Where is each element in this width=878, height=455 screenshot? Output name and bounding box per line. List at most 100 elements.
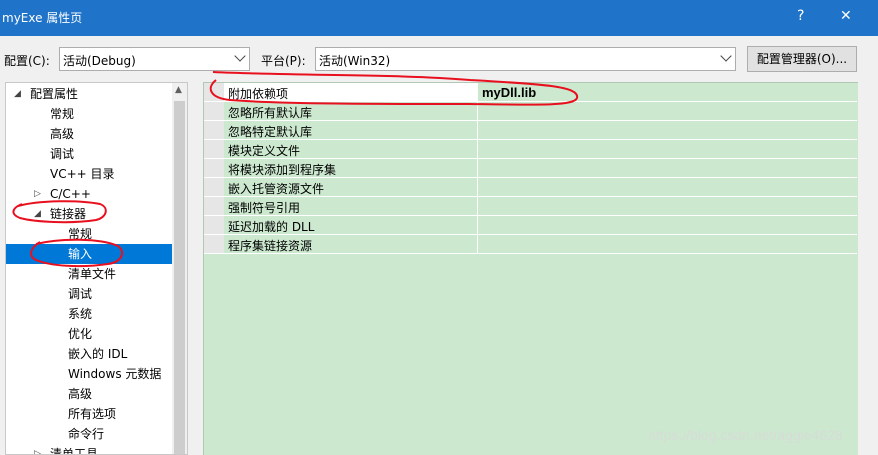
- property-row[interactable]: 程序集链接资源: [204, 235, 857, 254]
- chevron-down-icon: [234, 50, 246, 62]
- column-divider: [477, 121, 478, 139]
- platform-dropdown[interactable]: 活动(Win32): [315, 47, 736, 71]
- tree-item-manifest-file[interactable]: 清单文件: [6, 264, 172, 284]
- tree-scrollbar[interactable]: ▲: [172, 83, 187, 454]
- column-divider: [477, 140, 478, 158]
- column-divider: [477, 159, 478, 177]
- configuration-manager-button[interactable]: 配置管理器(O)...: [747, 46, 857, 72]
- tree-item-label: 高级: [50, 127, 75, 141]
- property-name: 程序集链接资源: [228, 239, 313, 253]
- row-gutter: [204, 121, 224, 139]
- tree-item-label: 清单工具: [50, 447, 99, 455]
- row-gutter: [204, 140, 224, 158]
- tree-item-linker-debugging[interactable]: 调试: [6, 284, 172, 304]
- tree-item-advanced[interactable]: 高级: [6, 124, 172, 144]
- property-row[interactable]: 模块定义文件: [204, 140, 857, 159]
- tree-item-system[interactable]: 系统: [6, 304, 172, 324]
- config-label: 配置(C):: [4, 54, 50, 68]
- expand-arrow-icon[interactable]: ▷: [34, 444, 41, 454]
- config-value: 活动(Debug): [63, 54, 136, 68]
- property-row[interactable]: 嵌入托管资源文件: [204, 178, 857, 197]
- row-gutter: [204, 159, 224, 177]
- property-tree: ◢ 配置属性 常规 高级 调试 VC++ 目录 ▷ C/C++ ◢ 链接器 常规…: [5, 82, 188, 455]
- tree-item-label: 输入: [68, 247, 93, 261]
- column-divider: [477, 102, 478, 120]
- tree-item-debugging[interactable]: 调试: [6, 144, 172, 164]
- tree-item-linker-advanced[interactable]: 高级: [6, 384, 172, 404]
- property-name: 嵌入托管资源文件: [228, 182, 325, 196]
- row-gutter: [204, 83, 224, 101]
- tree-item-embedded-idl[interactable]: 嵌入的 IDL: [6, 344, 172, 364]
- property-name: 将模块添加到程序集: [228, 163, 337, 177]
- tree-item-label: 所有选项: [68, 407, 117, 421]
- tree-item-general[interactable]: 常规: [6, 104, 172, 124]
- property-name: 忽略特定默认库: [228, 125, 313, 139]
- tree-item-label: 系统: [68, 307, 93, 321]
- tree-item-label: 配置属性: [30, 87, 79, 101]
- property-name: 忽略所有默认库: [228, 106, 313, 120]
- property-grid: 附加依赖项 myDll.lib 忽略所有默认库 忽略特定默认库 模块定义文件 将…: [203, 82, 858, 455]
- property-row[interactable]: 强制符号引用: [204, 197, 857, 216]
- tree-item-cpp[interactable]: ▷ C/C++: [6, 184, 172, 204]
- help-button[interactable]: ?: [797, 8, 804, 24]
- property-row[interactable]: 将模块添加到程序集: [204, 159, 857, 178]
- row-gutter: [204, 235, 224, 253]
- tree-item-label: 常规: [68, 227, 93, 241]
- dialog-right-edge: [858, 82, 878, 455]
- property-name: 模块定义文件: [228, 144, 301, 158]
- tree-item-label: 嵌入的 IDL: [68, 347, 128, 361]
- tree-item-label: C/C++: [50, 187, 91, 201]
- tree-item-label: Windows 元数据: [68, 367, 162, 381]
- column-divider: [477, 178, 478, 196]
- tree-item-optimization[interactable]: 优化: [6, 324, 172, 344]
- column-divider: [477, 216, 478, 234]
- tree-item-label: 清单文件: [68, 267, 117, 281]
- config-dropdown[interactable]: 活动(Debug): [59, 47, 250, 71]
- platform-value: 活动(Win32): [319, 54, 391, 68]
- platform-label: 平台(P):: [261, 54, 306, 68]
- tree-item-label: 调试: [68, 287, 93, 301]
- tree-item-manifest-tool[interactable]: ▷ 清单工具: [6, 444, 172, 455]
- row-gutter: [204, 102, 224, 120]
- property-row-additional-dependencies[interactable]: 附加依赖项 myDll.lib: [204, 83, 857, 102]
- tree-item-label: 高级: [68, 387, 93, 401]
- property-name: 强制符号引用: [228, 201, 301, 215]
- row-gutter: [204, 178, 224, 196]
- tree-item-config-properties[interactable]: ◢ 配置属性: [6, 84, 172, 104]
- column-divider: [477, 197, 478, 215]
- window-title: myExe 属性页: [2, 11, 83, 25]
- property-name: 附加依赖项: [228, 87, 289, 101]
- property-row[interactable]: 忽略所有默认库: [204, 102, 857, 121]
- tree-item-linker[interactable]: ◢ 链接器: [6, 204, 172, 224]
- tree-item-linker-general[interactable]: 常规: [6, 224, 172, 244]
- close-button[interactable]: ✕: [840, 8, 852, 24]
- scrollbar-thumb[interactable]: [174, 101, 185, 454]
- chevron-down-icon: [720, 50, 732, 62]
- tree-item-label: VC++ 目录: [50, 167, 115, 181]
- watermark: https://blog.csdn.net/aggie4628: [648, 427, 843, 443]
- tree-item-label: 链接器: [50, 207, 87, 221]
- tree-item-vc-directories[interactable]: VC++ 目录: [6, 164, 172, 184]
- property-row[interactable]: 延迟加载的 DLL: [204, 216, 857, 235]
- expand-arrow-icon[interactable]: ▷: [34, 184, 41, 204]
- collapse-arrow-icon[interactable]: ◢: [14, 84, 21, 104]
- tree-item-label: 调试: [50, 147, 75, 161]
- column-divider: [477, 83, 478, 101]
- tree-item-label: 命令行: [68, 427, 105, 441]
- tree-item-label: 常规: [50, 107, 75, 121]
- tree-item-label: 优化: [68, 327, 93, 341]
- collapse-arrow-icon[interactable]: ◢: [34, 204, 41, 224]
- property-value[interactable]: myDll.lib: [482, 85, 536, 100]
- tree-item-all-options[interactable]: 所有选项: [6, 404, 172, 424]
- column-divider: [477, 235, 478, 253]
- title-bar: myExe 属性页 ? ✕: [0, 0, 878, 36]
- property-row[interactable]: 忽略特定默认库: [204, 121, 857, 140]
- tree-item-windows-metadata[interactable]: Windows 元数据: [6, 364, 172, 384]
- row-gutter: [204, 197, 224, 215]
- row-gutter: [204, 216, 224, 234]
- scroll-up-icon[interactable]: ▲: [175, 85, 182, 95]
- tree-item-command-line[interactable]: 命令行: [6, 424, 172, 444]
- tree-item-linker-input[interactable]: 输入: [6, 244, 172, 264]
- configuration-bar: 配置(C): 活动(Debug) 平台(P): 活动(Win32) 配置管理器(…: [0, 36, 878, 82]
- property-name: 延迟加载的 DLL: [228, 220, 315, 234]
